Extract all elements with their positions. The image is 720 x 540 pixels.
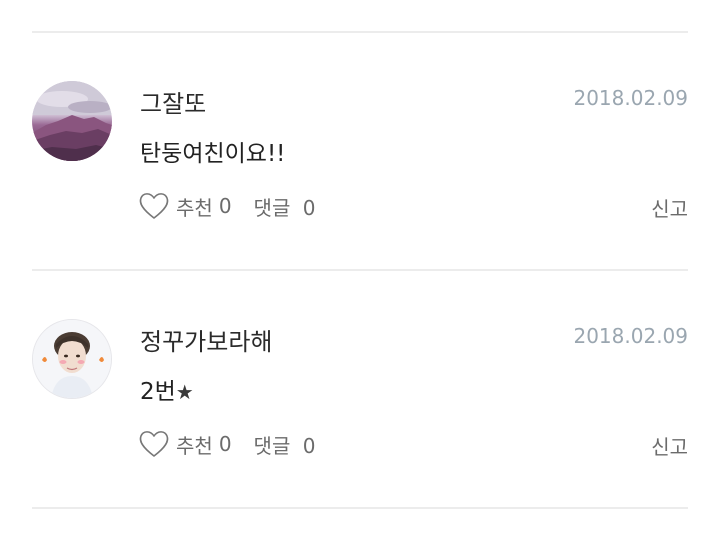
star-emoji: ★ — [175, 380, 194, 404]
avatar[interactable] — [32, 319, 112, 399]
reply-count: 0 — [302, 195, 316, 220]
like-count: 0 — [218, 194, 232, 218]
comment-author[interactable]: 정꾸가보라해 — [140, 322, 272, 357]
reply-count: 0 — [302, 433, 316, 458]
comment-text-body: 2번 — [140, 379, 176, 405]
comment-text: 탄둥여친이요!! — [140, 141, 286, 167]
comment-item: 그잘또 2018.02.09 탄둥여친이요!! 추천 0 댓글 0 신고 — [0, 0, 720, 238]
comment-text: 2번★ — [140, 372, 194, 406]
comment-actions: 추천 0 댓글 0 — [138, 190, 315, 222]
report-button[interactable]: 신고 — [651, 193, 688, 222]
report-button[interactable]: 신고 — [651, 431, 688, 460]
like-label[interactable]: 추천 — [176, 430, 213, 459]
comment-date: 2018.02.09 — [573, 324, 688, 348]
heart-icon[interactable] — [138, 191, 170, 221]
like-label[interactable]: 추천 — [176, 192, 213, 221]
bottom-divider — [32, 507, 688, 509]
reply-label: 댓글 — [253, 195, 291, 220]
like-count: 0 — [218, 432, 232, 456]
comment-date: 2018.02.09 — [573, 86, 688, 110]
comment-author[interactable]: 그잘또 — [140, 84, 206, 119]
reply-label: 댓글 — [253, 433, 291, 458]
heart-icon[interactable] — [138, 429, 170, 459]
reply-button[interactable]: 댓글 0 — [254, 192, 316, 221]
person-portrait-icon — [33, 320, 111, 398]
reply-button[interactable]: 댓글 0 — [254, 430, 316, 459]
mountain-landscape-icon — [32, 81, 112, 161]
comment-item: 정꾸가보라해 2018.02.09 2번★ 추천 0 댓글 0 신고 — [0, 238, 720, 476]
comment-actions: 추천 0 댓글 0 — [138, 428, 315, 460]
avatar[interactable] — [32, 81, 112, 161]
